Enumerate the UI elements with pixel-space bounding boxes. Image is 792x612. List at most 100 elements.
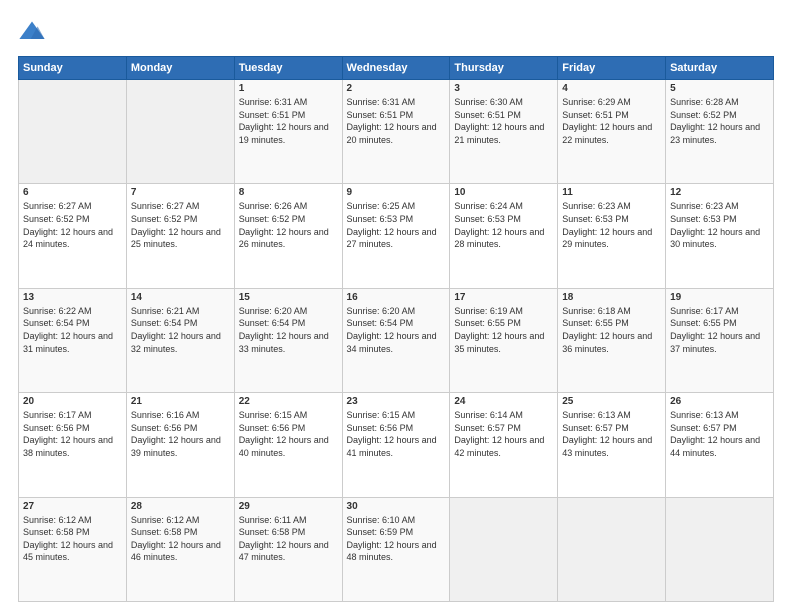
calendar-cell bbox=[19, 80, 127, 184]
calendar-cell bbox=[558, 497, 666, 601]
day-info: Sunrise: 6:31 AMSunset: 6:51 PMDaylight:… bbox=[347, 96, 446, 146]
calendar-cell: 20 Sunrise: 6:17 AMSunset: 6:56 PMDayligh… bbox=[19, 393, 127, 497]
calendar-cell: 28 Sunrise: 6:12 AMSunset: 6:58 PMDayligh… bbox=[126, 497, 234, 601]
day-number: 23 bbox=[347, 396, 446, 407]
calendar-cell: 15 Sunrise: 6:20 AMSunset: 6:54 PMDayligh… bbox=[234, 288, 342, 392]
calendar-cell bbox=[450, 497, 558, 601]
day-info: Sunrise: 6:31 AMSunset: 6:51 PMDaylight:… bbox=[239, 96, 338, 146]
calendar-cell: 5Sunrise: 6:28 AMSunset: 6:52 PMDaylight… bbox=[666, 80, 774, 184]
calendar-cell: 4 Sunrise: 6:29 AMSunset: 6:51 PMDaylight… bbox=[558, 80, 666, 184]
day-info: Sunrise: 6:24 AMSunset: 6:53 PMDaylight:… bbox=[454, 200, 553, 250]
day-number: 25 bbox=[562, 396, 661, 407]
logo-icon bbox=[18, 18, 46, 46]
day-info: Sunrise: 6:23 AMSunset: 6:53 PMDaylight:… bbox=[562, 200, 661, 250]
calendar-cell: 8Sunrise: 6:26 AMSunset: 6:52 PMDaylight… bbox=[234, 184, 342, 288]
calendar-cell: 12 Sunrise: 6:23 AMSunset: 6:53 PMDayligh… bbox=[666, 184, 774, 288]
day-info: Sunrise: 6:27 AMSunset: 6:52 PMDaylight:… bbox=[23, 200, 122, 250]
day-info: Sunrise: 6:10 AMSunset: 6:59 PMDaylight:… bbox=[347, 514, 446, 564]
day-number: 20 bbox=[23, 396, 122, 407]
day-number: 30 bbox=[347, 501, 446, 512]
day-number: 15 bbox=[239, 292, 338, 303]
weekday-header: Monday bbox=[126, 57, 234, 80]
calendar-cell: 11 Sunrise: 6:23 AMSunset: 6:53 PMDayligh… bbox=[558, 184, 666, 288]
weekday-header: Friday bbox=[558, 57, 666, 80]
calendar-cell: 1 Sunrise: 6:31 AMSunset: 6:51 PMDaylight… bbox=[234, 80, 342, 184]
day-number: 6 bbox=[23, 187, 122, 198]
day-number: 14 bbox=[131, 292, 230, 303]
calendar-cell: 14 Sunrise: 6:21 AMSunset: 6:54 PMDayligh… bbox=[126, 288, 234, 392]
day-number: 2 bbox=[347, 83, 446, 94]
weekday-header: Sunday bbox=[19, 57, 127, 80]
day-number: 29 bbox=[239, 501, 338, 512]
day-number: 11 bbox=[562, 187, 661, 198]
day-info: Sunrise: 6:28 AMSunset: 6:52 PMDaylight:… bbox=[670, 96, 769, 146]
day-info: Sunrise: 6:19 AMSunset: 6:55 PMDaylight:… bbox=[454, 305, 553, 355]
calendar-cell: 9 Sunrise: 6:25 AMSunset: 6:53 PMDaylight… bbox=[342, 184, 450, 288]
day-info: Sunrise: 6:17 AMSunset: 6:56 PMDaylight:… bbox=[23, 409, 122, 459]
day-number: 8 bbox=[239, 187, 338, 198]
day-info: Sunrise: 6:11 AMSunset: 6:58 PMDaylight:… bbox=[239, 514, 338, 564]
day-info: Sunrise: 6:17 AMSunset: 6:55 PMDaylight:… bbox=[670, 305, 769, 355]
calendar-cell: 27 Sunrise: 6:12 AMSunset: 6:58 PMDayligh… bbox=[19, 497, 127, 601]
day-info: Sunrise: 6:22 AMSunset: 6:54 PMDaylight:… bbox=[23, 305, 122, 355]
day-number: 4 bbox=[562, 83, 661, 94]
weekday-header: Saturday bbox=[666, 57, 774, 80]
day-info: Sunrise: 6:13 AMSunset: 6:57 PMDaylight:… bbox=[670, 409, 769, 459]
calendar-cell: 24 Sunrise: 6:14 AMSunset: 6:57 PMDayligh… bbox=[450, 393, 558, 497]
day-info: Sunrise: 6:30 AMSunset: 6:51 PMDaylight:… bbox=[454, 96, 553, 146]
day-number: 10 bbox=[454, 187, 553, 198]
calendar-cell: 7 Sunrise: 6:27 AMSunset: 6:52 PMDaylight… bbox=[126, 184, 234, 288]
day-info: Sunrise: 6:12 AMSunset: 6:58 PMDaylight:… bbox=[23, 514, 122, 564]
page: SundayMondayTuesdayWednesdayThursdayFrid… bbox=[0, 0, 792, 612]
day-info: Sunrise: 6:15 AMSunset: 6:56 PMDaylight:… bbox=[239, 409, 338, 459]
day-number: 16 bbox=[347, 292, 446, 303]
day-info: Sunrise: 6:29 AMSunset: 6:51 PMDaylight:… bbox=[562, 96, 661, 146]
weekday-header: Thursday bbox=[450, 57, 558, 80]
day-info: Sunrise: 6:23 AMSunset: 6:53 PMDaylight:… bbox=[670, 200, 769, 250]
day-info: Sunrise: 6:21 AMSunset: 6:54 PMDaylight:… bbox=[131, 305, 230, 355]
day-info: Sunrise: 6:20 AMSunset: 6:54 PMDaylight:… bbox=[239, 305, 338, 355]
day-number: 21 bbox=[131, 396, 230, 407]
day-number: 12 bbox=[670, 187, 769, 198]
calendar-cell: 3 Sunrise: 6:30 AMSunset: 6:51 PMDaylight… bbox=[450, 80, 558, 184]
logo bbox=[18, 18, 50, 46]
calendar-cell: 10 Sunrise: 6:24 AMSunset: 6:53 PMDayligh… bbox=[450, 184, 558, 288]
day-number: 27 bbox=[23, 501, 122, 512]
day-info: Sunrise: 6:27 AMSunset: 6:52 PMDaylight:… bbox=[131, 200, 230, 250]
calendar-cell: 26 Sunrise: 6:13 AMSunset: 6:57 PMDayligh… bbox=[666, 393, 774, 497]
day-number: 17 bbox=[454, 292, 553, 303]
day-number: 9 bbox=[347, 187, 446, 198]
calendar-cell: 13 Sunrise: 6:22 AMSunset: 6:54 PMDayligh… bbox=[19, 288, 127, 392]
calendar-cell: 23 Sunrise: 6:15 AMSunset: 6:56 PMDayligh… bbox=[342, 393, 450, 497]
day-number: 13 bbox=[23, 292, 122, 303]
day-number: 26 bbox=[670, 396, 769, 407]
day-info: Sunrise: 6:12 AMSunset: 6:58 PMDaylight:… bbox=[131, 514, 230, 564]
calendar-cell: 25 Sunrise: 6:13 AMSunset: 6:57 PMDayligh… bbox=[558, 393, 666, 497]
day-info: Sunrise: 6:13 AMSunset: 6:57 PMDaylight:… bbox=[562, 409, 661, 459]
calendar-cell: 19 Sunrise: 6:17 AMSunset: 6:55 PMDayligh… bbox=[666, 288, 774, 392]
day-info: Sunrise: 6:15 AMSunset: 6:56 PMDaylight:… bbox=[347, 409, 446, 459]
day-info: Sunrise: 6:14 AMSunset: 6:57 PMDaylight:… bbox=[454, 409, 553, 459]
day-number: 7 bbox=[131, 187, 230, 198]
calendar-cell: 17 Sunrise: 6:19 AMSunset: 6:55 PMDayligh… bbox=[450, 288, 558, 392]
calendar-cell: 2 Sunrise: 6:31 AMSunset: 6:51 PMDaylight… bbox=[342, 80, 450, 184]
day-info: Sunrise: 6:25 AMSunset: 6:53 PMDaylight:… bbox=[347, 200, 446, 250]
calendar-cell: 29 Sunrise: 6:11 AMSunset: 6:58 PMDayligh… bbox=[234, 497, 342, 601]
calendar-cell bbox=[126, 80, 234, 184]
calendar-cell: 22Sunrise: 6:15 AMSunset: 6:56 PMDayligh… bbox=[234, 393, 342, 497]
calendar-cell: 16Sunrise: 6:20 AMSunset: 6:54 PMDayligh… bbox=[342, 288, 450, 392]
calendar-table: SundayMondayTuesdayWednesdayThursdayFrid… bbox=[18, 56, 774, 602]
day-info: Sunrise: 6:18 AMSunset: 6:55 PMDaylight:… bbox=[562, 305, 661, 355]
day-number: 18 bbox=[562, 292, 661, 303]
weekday-header: Wednesday bbox=[342, 57, 450, 80]
calendar-cell: 6 Sunrise: 6:27 AMSunset: 6:52 PMDaylight… bbox=[19, 184, 127, 288]
day-number: 1 bbox=[239, 83, 338, 94]
day-number: 28 bbox=[131, 501, 230, 512]
day-number: 19 bbox=[670, 292, 769, 303]
calendar-cell bbox=[666, 497, 774, 601]
calendar-cell: 21Sunrise: 6:16 AMSunset: 6:56 PMDayligh… bbox=[126, 393, 234, 497]
day-number: 3 bbox=[454, 83, 553, 94]
weekday-header: Tuesday bbox=[234, 57, 342, 80]
day-number: 24 bbox=[454, 396, 553, 407]
header bbox=[18, 18, 774, 46]
